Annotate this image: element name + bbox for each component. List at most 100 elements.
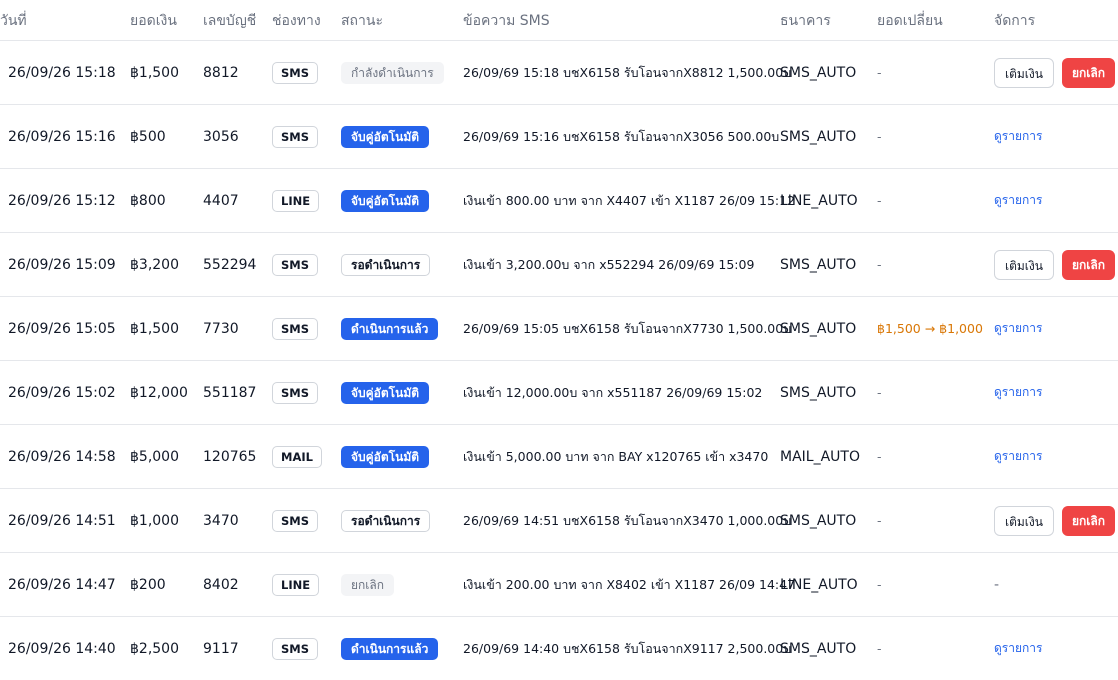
cell-date: 26/09/26 14:47 — [8, 576, 116, 593]
cell-sms-message: 26/09/69 15:18 บชX6158 รับโอนจากX8812 1,… — [463, 64, 792, 80]
view-details-link[interactable]: ดูรายการ — [994, 447, 1042, 466]
change-value: - — [877, 129, 882, 144]
channel-badge: SMS — [272, 509, 319, 532]
header-status: สถานะ — [341, 13, 383, 29]
topup-button[interactable]: เติมเงิน — [994, 57, 1054, 88]
change-value: - — [877, 641, 882, 656]
cell-channel: SMS — [272, 617, 319, 680]
topup-button[interactable]: เติมเงิน — [994, 249, 1054, 280]
cell-account: 9117 — [203, 640, 239, 657]
cancel-button[interactable]: ยกเลิก — [1061, 505, 1115, 536]
table-body: 26/09/26 15:18 ฿1,500 8812 SMS กำลังดำเนินกา… — [0, 41, 1118, 680]
cell-amount: ฿12,000 — [130, 384, 188, 401]
table-row: 26/09/26 14:58 ฿5,000 120765 MAIL จับคู่อัตโ… — [0, 425, 1118, 489]
cell-sms-message: 26/09/69 14:51 บชX6158 รับโอนจากX3470 1,… — [463, 512, 792, 528]
cancel-button[interactable]: ยกเลิก — [1061, 57, 1115, 88]
cell-channel: LINE — [272, 169, 320, 232]
cell-amount: ฿5,000 — [130, 448, 179, 465]
change-value: - — [877, 577, 882, 592]
cell-status: รอดำเนินการ — [341, 489, 431, 552]
view-details-link[interactable]: ดูรายการ — [994, 127, 1042, 146]
header-amount: ยอดเงิน — [130, 13, 177, 29]
cell-amount: ฿200 — [130, 576, 166, 593]
cell-status: ดำเนินการแล้ว — [341, 297, 439, 360]
cell-sms-message: 26/09/69 15:05 บชX6158 รับโอนจากX7730 1,… — [463, 320, 792, 336]
channel-badge: SMS — [272, 381, 319, 404]
cell-action: ดูรายการ — [994, 297, 1042, 360]
cell-change: - — [877, 233, 882, 296]
header-date: วันที่ — [0, 13, 27, 29]
cell-amount: ฿1,500 — [130, 64, 179, 81]
change-value: - — [877, 385, 882, 400]
cell-action: เติมเงิน ยกเลิก — [994, 233, 1115, 296]
change-value: ฿1,500 → ฿1,000 — [877, 321, 983, 336]
header-change: ยอดเปลี่ยน — [877, 13, 943, 29]
cell-channel: MAIL — [272, 425, 322, 488]
channel-badge: SMS — [272, 125, 319, 148]
status-badge: ดำเนินการแล้ว — [341, 637, 439, 660]
cell-change: - — [877, 105, 882, 168]
cell-account: 3470 — [203, 512, 239, 529]
cell-sms-message: เงินเข้า 5,000.00 บาท จาก BAY x120765 เข… — [463, 448, 769, 464]
cell-channel: SMS — [272, 105, 319, 168]
cell-status: จับคู่อัตโนมัติ — [341, 361, 430, 424]
cell-amount: ฿1,500 — [130, 320, 179, 337]
channel-badge: LINE — [272, 573, 320, 596]
cell-date: 26/09/26 15:12 — [8, 192, 116, 209]
cell-action: เติมเงิน ยกเลิก — [994, 41, 1115, 104]
cell-amount: ฿500 — [130, 128, 166, 145]
cell-status: ยกเลิก — [341, 553, 395, 616]
header-account: เลขบัญชี — [203, 13, 257, 29]
channel-badge: LINE — [272, 189, 320, 212]
cell-channel: SMS — [272, 41, 319, 104]
table-header: วันที่ ยอดเงิน เลขบัญชี ช่องทาง สถานะ ข้… — [0, 0, 1118, 41]
header-action: จัดการ — [994, 13, 1036, 29]
cell-change: - — [877, 617, 882, 680]
cell-sms-message: เงินเข้า 800.00 บาท จาก X4407 เข้า X1187… — [463, 192, 796, 208]
table-row: 26/09/26 15:16 ฿500 3056 SMS จับคู่อัตโนมัติ… — [0, 105, 1118, 169]
view-details-link[interactable]: ดูรายการ — [994, 319, 1042, 338]
status-badge: ดำเนินการแล้ว — [341, 317, 439, 340]
cell-channel: SMS — [272, 361, 319, 424]
cell-sms-message: เงินเข้า 3,200.00บ จาก x552294 26/09/69 … — [463, 256, 755, 272]
cell-account: 8402 — [203, 576, 239, 593]
cell-change: - — [877, 425, 882, 488]
view-details-link[interactable]: ดูรายการ — [994, 191, 1042, 210]
change-value: - — [877, 193, 882, 208]
status-badge: รอดำเนินการ — [341, 253, 431, 276]
status-badge: จับคู่อัตโนมัติ — [341, 381, 430, 404]
cell-bank: SMS_AUTO — [780, 384, 857, 401]
transactions-table: วันที่ ยอดเงิน เลขบัญชี ช่องทาง สถานะ ข้… — [0, 0, 1118, 680]
cell-amount: ฿3,200 — [130, 256, 179, 273]
table-row: 26/09/26 15:12 ฿800 4407 LINE จับคู่อัตโนมัต… — [0, 169, 1118, 233]
cell-change: ฿1,500 → ฿1,000 — [877, 297, 983, 360]
cell-status: ดำเนินการแล้ว — [341, 617, 439, 680]
cell-change: - — [877, 489, 882, 552]
table-row: 26/09/26 15:18 ฿1,500 8812 SMS กำลังดำเนินกา… — [0, 41, 1118, 105]
cancel-button[interactable]: ยกเลิก — [1061, 249, 1115, 280]
table-row: 26/09/26 15:05 ฿1,500 7730 SMS ดำเนินการแล้ว… — [0, 297, 1118, 361]
view-details-link[interactable]: ดูรายการ — [994, 639, 1042, 658]
cell-action: เติมเงิน ยกเลิก — [994, 489, 1115, 552]
status-badge: ยกเลิก — [341, 573, 395, 596]
channel-badge: SMS — [272, 317, 319, 340]
cell-date: 26/09/26 15:09 — [8, 256, 116, 273]
cell-date: 26/09/26 15:05 — [8, 320, 116, 337]
change-value: - — [877, 257, 882, 272]
cell-date: 26/09/26 15:16 — [8, 128, 116, 145]
status-badge: จับคู่อัตโนมัติ — [341, 189, 430, 212]
table-row: 26/09/26 15:02 ฿12,000 551187 SMS จับคู่อัตโ… — [0, 361, 1118, 425]
cell-status: จับคู่อัตโนมัติ — [341, 169, 430, 232]
cell-date: 26/09/26 15:18 — [8, 64, 116, 81]
topup-button[interactable]: เติมเงิน — [994, 505, 1054, 536]
cell-date: 26/09/26 14:40 — [8, 640, 116, 657]
cell-action: ดูรายการ — [994, 169, 1042, 232]
cell-status: รอดำเนินการ — [341, 233, 431, 296]
table-row: 26/09/26 15:09 ฿3,200 552294 SMS รอดำเนินการ… — [0, 233, 1118, 297]
view-details-link[interactable]: ดูรายการ — [994, 383, 1042, 402]
channel-badge: SMS — [272, 637, 319, 660]
cell-date: 26/09/26 14:58 — [8, 448, 116, 465]
cell-status: จับคู่อัตโนมัติ — [341, 425, 430, 488]
action-empty: - — [994, 576, 1000, 593]
cell-status: กำลังดำเนินการ — [341, 41, 444, 104]
